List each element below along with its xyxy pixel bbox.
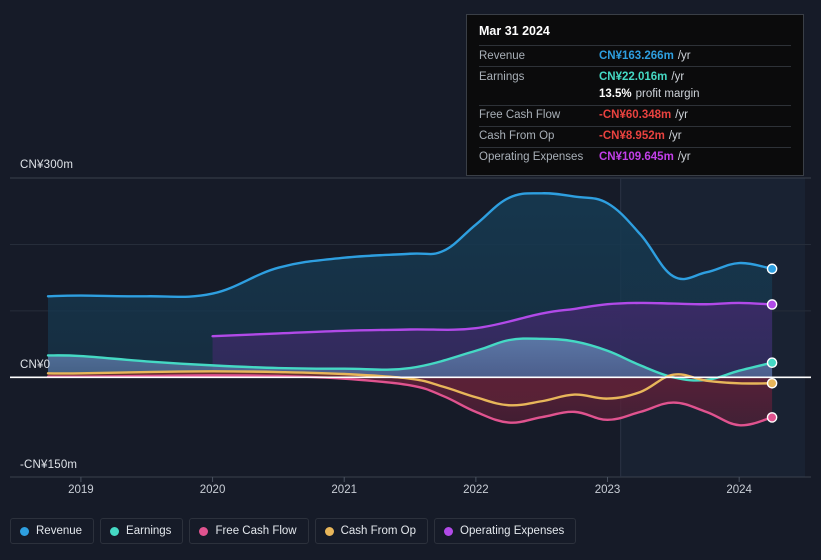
endpoint-marker-free-cash-flow [767, 413, 776, 422]
legend-color-swatch-icon [199, 527, 208, 536]
x-axis-label-2022: 2022 [463, 484, 489, 496]
tooltip-row-value-group: -CN¥60.348m/yr [599, 108, 688, 123]
legend-color-swatch-icon [325, 527, 334, 536]
chart-legend[interactable]: Revenue Earnings Free Cash Flow Cash From O… [10, 518, 576, 544]
legend-item-label: Earnings [126, 525, 171, 537]
tooltip-row-label: Earnings [479, 70, 599, 85]
legend-color-swatch-icon [444, 527, 453, 536]
legend-item-label: Revenue [36, 525, 82, 537]
tooltip-row: Operating ExpensesCN¥109.645m/yr [479, 147, 791, 168]
tooltip-row-label: Cash From Op [479, 129, 599, 144]
tooltip-row-value-group: 13.5% profit margin [599, 87, 700, 102]
endpoint-marker-earnings [767, 358, 776, 367]
legend-item-cash-from-op[interactable]: Cash From Op [315, 518, 428, 544]
tooltip-row-label: Operating Expenses [479, 150, 599, 165]
x-axis-label-2021: 2021 [331, 484, 357, 496]
tooltip-row-value-group: CN¥109.645m/yr [599, 150, 691, 165]
legend-item-operating-expenses[interactable]: Operating Expenses [434, 518, 576, 544]
endpoint-marker-revenue [767, 264, 776, 273]
legend-item-label: Cash From Op [341, 525, 416, 537]
x-axis-label-2023: 2023 [595, 484, 621, 496]
tooltip-row-suffix: profit margin [636, 88, 700, 100]
tooltip-row-value-group: CN¥22.016m/yr [599, 70, 684, 85]
tooltip-row-value: -CN¥60.348m [599, 109, 671, 121]
tooltip-row: Cash From Op-CN¥8.952m/yr [479, 126, 791, 147]
tooltip-row-label: Revenue [479, 49, 599, 64]
y-axis-label-top: CN¥300m [20, 159, 73, 171]
y-axis-label-bottom: -CN¥150m [20, 459, 77, 471]
tooltip-row-value: -CN¥8.952m [599, 130, 665, 142]
tooltip-row-value: CN¥163.266m [599, 50, 674, 62]
x-axis-label-2020: 2020 [200, 484, 226, 496]
tooltip-row-value: CN¥22.016m [599, 71, 667, 83]
endpoint-marker-operating-expenses [767, 300, 776, 309]
tooltip-row-value-group: -CN¥8.952m/yr [599, 129, 682, 144]
legend-item-label: Operating Expenses [460, 525, 564, 537]
legend-item-free-cash-flow[interactable]: Free Cash Flow [189, 518, 308, 544]
legend-item-earnings[interactable]: Earnings [100, 518, 183, 544]
x-axis-label-2019: 2019 [68, 484, 94, 496]
endpoint-marker-cash-from-op [767, 379, 776, 388]
tooltip-date: Mar 31 2024 [479, 24, 791, 45]
financial-area-chart: CN¥300m CN¥0 -CN¥150m 2019 2020 2021 2022 20… [0, 0, 821, 560]
tooltip-row: EarningsCN¥22.016m/yr [479, 66, 791, 87]
legend-item-label: Free Cash Flow [215, 525, 296, 537]
legend-color-swatch-icon [110, 527, 119, 536]
tooltip-rows: RevenueCN¥163.266m/yrEarningsCN¥22.016m/… [479, 45, 791, 168]
y-axis-label-zero: CN¥0 [20, 359, 50, 371]
tooltip-row-suffix: /yr [669, 130, 682, 142]
tooltip-row-value-group: CN¥163.266m/yr [599, 49, 691, 64]
tooltip-row-suffix: /yr [678, 151, 691, 163]
tooltip-row: 13.5% profit margin [479, 87, 791, 105]
tooltip-row: Free Cash Flow-CN¥60.348m/yr [479, 105, 791, 126]
tooltip-row-suffix: /yr [678, 50, 691, 62]
tooltip-row-suffix: /yr [671, 71, 684, 83]
tooltip-row-value: CN¥109.645m [599, 151, 674, 163]
legend-item-revenue[interactable]: Revenue [10, 518, 94, 544]
data-tooltip: Mar 31 2024 RevenueCN¥163.266m/yrEarning… [466, 14, 804, 176]
tooltip-row-value: 13.5% [599, 88, 632, 100]
legend-color-swatch-icon [20, 527, 29, 536]
tooltip-row: RevenueCN¥163.266m/yr [479, 45, 791, 66]
x-axis-label-2024: 2024 [726, 484, 752, 496]
tooltip-row-label: Free Cash Flow [479, 108, 599, 123]
tooltip-row-suffix: /yr [675, 109, 688, 121]
